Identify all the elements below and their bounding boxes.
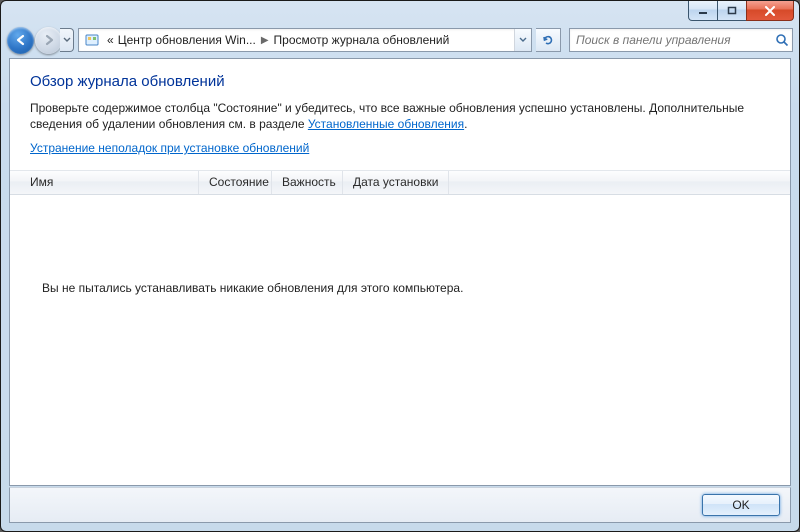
- intro-text-end: .: [464, 117, 467, 131]
- window-controls: [689, 1, 794, 21]
- page-title: Обзор журнала обновлений: [30, 73, 770, 90]
- arrow-right-icon: [42, 33, 56, 47]
- maximize-button[interactable]: [717, 1, 747, 21]
- titlebar[interactable]: [1, 1, 799, 24]
- history-dropdown-button[interactable]: [60, 28, 74, 52]
- breadcrumb-item-1[interactable]: Центр обновления Win...: [116, 33, 258, 47]
- minimize-icon: [698, 7, 708, 15]
- troubleshoot-link[interactable]: Устранение неполадок при установке обнов…: [30, 141, 309, 155]
- ok-button[interactable]: OK: [702, 494, 780, 516]
- column-header-name[interactable]: Имя: [10, 171, 199, 194]
- close-button[interactable]: [746, 1, 794, 21]
- empty-list-message: Вы не пытались устанавливать никакие обн…: [30, 195, 770, 295]
- column-header-date[interactable]: Дата установки: [343, 171, 449, 194]
- address-dropdown-button[interactable]: [514, 29, 531, 51]
- client-area: Обзор журнала обновлений Проверьте содер…: [9, 58, 791, 486]
- search-icon[interactable]: [772, 33, 792, 47]
- breadcrumb-item-2[interactable]: Просмотр журнала обновлений: [272, 33, 452, 47]
- refresh-icon: [541, 33, 555, 47]
- back-button[interactable]: [7, 27, 34, 54]
- maximize-icon: [727, 6, 737, 15]
- chevron-down-icon: [519, 37, 527, 43]
- column-header-severity[interactable]: Важность: [272, 171, 343, 194]
- navigation-bar: « Центр обновления Win... ▶ Просмотр жур…: [1, 24, 799, 58]
- search-box[interactable]: [569, 28, 793, 52]
- intro-text: Проверьте содержимое столбца "Состояние"…: [30, 100, 770, 132]
- installed-updates-link[interactable]: Установленные обновления: [308, 117, 464, 131]
- forward-button[interactable]: [35, 27, 62, 54]
- control-panel-icon: [83, 32, 101, 48]
- nav-history-buttons: [7, 27, 74, 54]
- footer-bar: OK: [9, 487, 791, 523]
- breadcrumb-prefix: «: [105, 33, 116, 47]
- column-header-state[interactable]: Состояние: [199, 171, 272, 194]
- refresh-button[interactable]: [536, 28, 561, 52]
- search-input[interactable]: [570, 33, 772, 47]
- address-bar[interactable]: « Центр обновления Win... ▶ Просмотр жур…: [78, 28, 532, 52]
- close-icon: [764, 6, 776, 16]
- chevron-down-icon: [63, 37, 71, 43]
- window-frame: « Центр обновления Win... ▶ Просмотр жур…: [0, 0, 800, 532]
- minimize-button[interactable]: [688, 1, 718, 21]
- column-headers: Имя Состояние Важность Дата установки: [10, 170, 790, 195]
- arrow-left-icon: [14, 33, 28, 47]
- breadcrumb-separator-icon: ▶: [258, 35, 272, 46]
